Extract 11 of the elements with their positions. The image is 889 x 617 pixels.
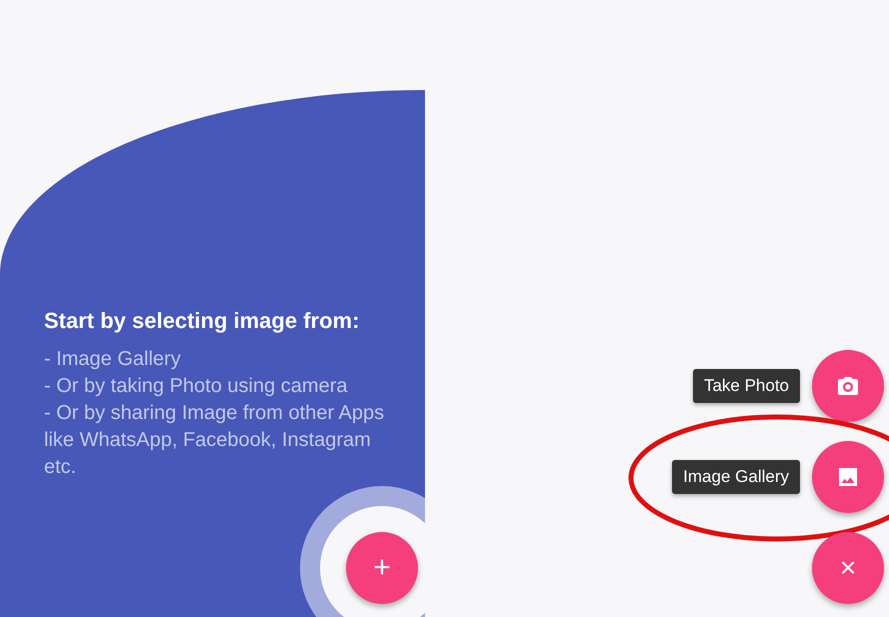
intro-line: - Or by sharing Image from other Apps like WhatsApp, Facebook, Instagram etc. [44, 401, 386, 480]
image-icon [836, 465, 860, 489]
intro-line: - Image Gallery [44, 347, 182, 372]
camera-button[interactable] [812, 350, 884, 422]
close-button[interactable]: × [812, 532, 884, 604]
action-label: Image Gallery [672, 460, 800, 494]
action-label: Take Photo [692, 369, 800, 403]
camera-icon [836, 374, 860, 398]
intro-title: Start by selecting image from: [44, 308, 360, 334]
intro-line: - Or by taking Photo using camera [44, 374, 348, 399]
gallery-button[interactable] [812, 441, 884, 513]
